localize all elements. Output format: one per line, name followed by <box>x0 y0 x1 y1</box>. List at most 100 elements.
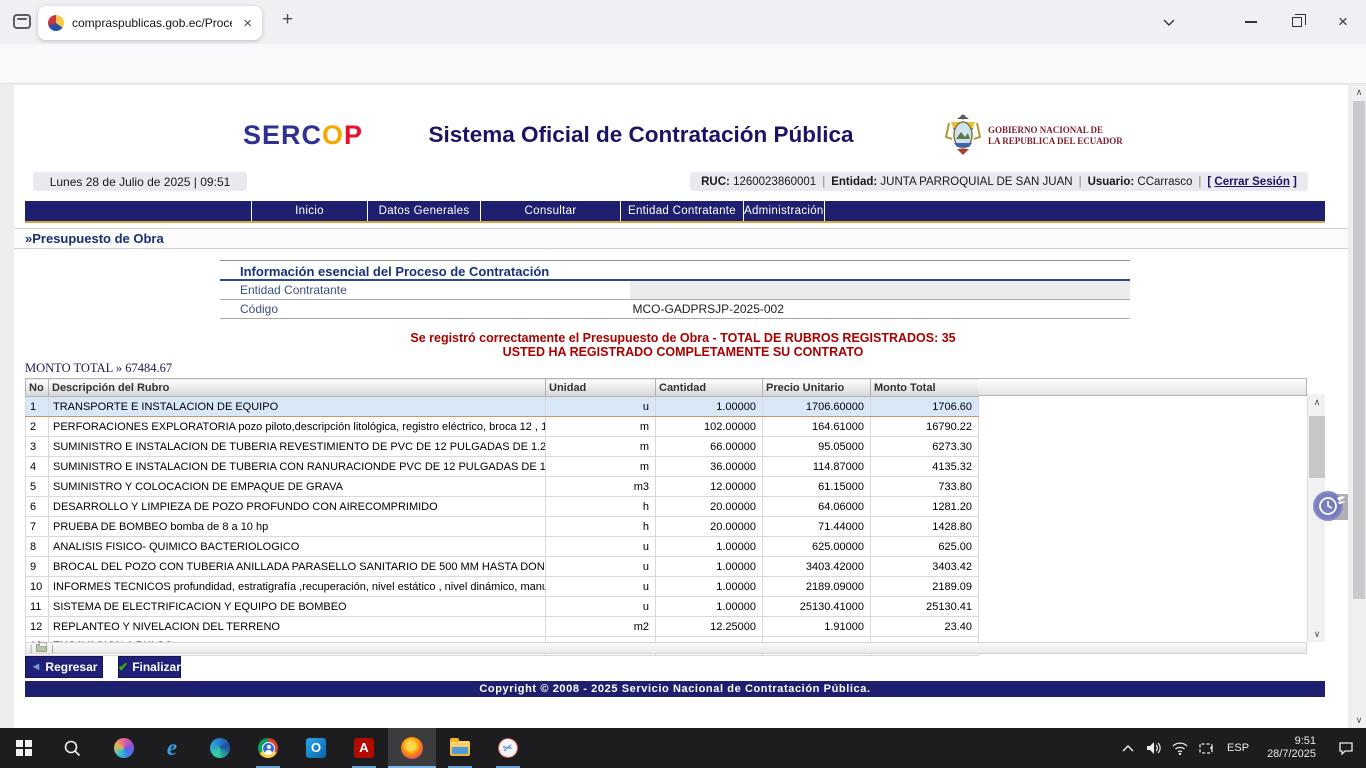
chrome-icon <box>258 738 278 758</box>
taskbar-acrobat-button[interactable]: A <box>340 728 388 768</box>
taskbar: e O A ✂ ESP 9:51 28/7/2025 <box>0 728 1366 768</box>
copyright-footer: Copyright © 2008 - 2025 Servicio Naciona… <box>25 681 1325 697</box>
browser-tab-bar: compraspublicas.gob.ec/Proce × + × <box>0 0 1366 44</box>
browser-tab[interactable]: compraspublicas.gob.ec/Proce × <box>38 6 262 40</box>
monto-total-label: MONTO TOTAL » 67484.67 <box>25 361 172 376</box>
taskbar-chrome-button[interactable] <box>244 728 292 768</box>
print-icon[interactable] <box>36 644 47 652</box>
table-row[interactable]: 11 SISTEMA DE ELECTRIFICACION Y EQUIPO D… <box>26 597 979 617</box>
clock-widget-icon[interactable] <box>1311 488 1347 524</box>
browser-toolbar: ← → https://www.compraspublicas.gob.ec/P… <box>0 44 1366 84</box>
firefox-view-icon[interactable] <box>13 14 31 29</box>
main-navigation: InicioDatos GeneralesConsultarEntidad Co… <box>25 201 1325 221</box>
budget-table: No Descripción del Rubro Unidad Cantidad… <box>25 378 979 656</box>
notification-center-icon[interactable] <box>1326 741 1366 755</box>
table-row[interactable]: 4 SUMINISTRO E INSTALACION DE TUBERIA CO… <box>26 457 979 477</box>
taskbar-edge-button[interactable] <box>196 728 244 768</box>
info-row-entidad: Entidad Contratante <box>220 281 1130 300</box>
window-minimize-button[interactable] <box>1228 0 1274 44</box>
taskbar-explorer-button[interactable] <box>436 728 484 768</box>
nav-gold-underline <box>25 221 1325 223</box>
internet-explorer-icon: e <box>167 735 177 761</box>
table-row[interactable]: 1 TRANSPORTE E INSTALACION DE EQUIPO u 1… <box>26 397 979 417</box>
browser-scrollbar-thumb[interactable] <box>1353 101 1365 599</box>
firefox-icon <box>401 737 423 759</box>
site-favicon-icon <box>48 15 64 31</box>
taskbar-ie-button[interactable]: e <box>148 728 196 768</box>
browser-scroll-up-icon[interactable]: ∧ <box>1352 87 1366 98</box>
back-arrow-icon: ◄ <box>31 661 42 673</box>
system-tray: ESP 9:51 28/7/2025 <box>1115 728 1366 768</box>
browser-scroll-down-icon[interactable]: ∨ <box>1352 715 1366 726</box>
budget-table-header: No Descripción del Rubro Unidad Cantidad… <box>26 379 979 397</box>
table-scrollbar-thumb[interactable] <box>1309 416 1325 478</box>
window-restore-button[interactable] <box>1274 0 1320 44</box>
date-time-bar: Lunes 28 de Julio de 2025 | 09:51 <box>33 172 247 191</box>
table-row[interactable]: 3 SUMINISTRO E INSTALACION DE TUBERIA RE… <box>26 437 979 457</box>
nav-item[interactable]: Administración <box>744 201 825 221</box>
success-message-line2: USTED HA REGISTRADO COMPLETAMENTE SU CON… <box>503 345 864 359</box>
start-button[interactable] <box>0 728 48 768</box>
windows-logo-icon <box>16 740 32 756</box>
search-icon <box>63 739 81 757</box>
page-title: Sistema Oficial de Contratación Pública <box>428 122 853 148</box>
logout-link[interactable]: [ Cerrar Sesión ] <box>1207 176 1297 188</box>
screen: compraspublicas.gob.ec/Proce × + × ← → h… <box>0 0 1366 768</box>
taskbar-copilot-button[interactable] <box>100 728 148 768</box>
success-message-line1: Se registró correctamente el Presupuesto… <box>410 331 955 345</box>
process-info-title: Información esencial del Proceso de Cont… <box>220 260 1130 281</box>
tab-close-icon[interactable]: × <box>243 16 252 31</box>
tab-title: compraspublicas.gob.ec/Proce <box>72 16 232 30</box>
regresar-button[interactable]: ◄ Regresar <box>25 656 103 678</box>
nav-item[interactable]: Consultar <box>481 201 621 221</box>
taskbar-outlook-button[interactable]: O <box>292 728 340 768</box>
scroll-down-icon[interactable]: ∨ <box>1308 626 1326 642</box>
ecuador-coat-of-arms-icon <box>944 113 982 162</box>
info-row-codigo: Código MCO-GADPRSJP-2025-002 <box>220 300 1130 319</box>
sercop-logo: SERCOP <box>243 120 363 151</box>
taskbar-snipping-button[interactable]: ✂ <box>484 728 532 768</box>
scroll-up-icon[interactable]: ∧ <box>1308 394 1326 410</box>
taskbar-search-button[interactable] <box>48 728 96 768</box>
hidden-icons-chevron-icon[interactable] <box>1115 744 1141 752</box>
nav-item[interactable]: Datos Generales <box>368 201 481 221</box>
info-value-shade <box>630 281 1131 299</box>
cast-display-icon[interactable] <box>1193 742 1219 755</box>
wifi-icon[interactable] <box>1167 742 1193 755</box>
breadcrumb: »Presupuesto de Obra <box>25 231 164 246</box>
tab-list-chevron-icon[interactable] <box>1146 0 1192 44</box>
taskbar-firefox-button[interactable] <box>388 728 436 768</box>
snipping-tool-icon: ✂ <box>496 736 520 760</box>
nav-spacer <box>25 201 252 221</box>
table-footer-strip: | | <box>25 642 1307 654</box>
window-close-button[interactable]: × <box>1320 0 1366 44</box>
process-info-table: Información esencial del Proceso de Cont… <box>220 260 1130 319</box>
edge-icon <box>210 738 230 758</box>
acrobat-icon: A <box>354 738 374 758</box>
outlook-icon: O <box>306 738 326 758</box>
table-row[interactable]: 12 REPLANTEO Y NIVELACION DEL TERRENO m2… <box>26 617 979 637</box>
breadcrumb-strip <box>14 228 1348 249</box>
nav-item[interactable]: Entidad Contratante <box>621 201 744 221</box>
new-tab-button[interactable]: + <box>282 9 293 31</box>
table-row[interactable]: 5 SUMINISTRO Y COLOCACION DE EMPAQUE DE … <box>26 477 979 497</box>
language-indicator[interactable]: ESP <box>1227 742 1249 754</box>
table-row[interactable]: 10 INFORMES TECNICOS profundidad, estrat… <box>26 577 979 597</box>
table-header-extension <box>978 378 1307 396</box>
taskbar-clock[interactable]: 9:51 28/7/2025 <box>1267 735 1316 761</box>
table-row[interactable]: 2 PERFORACIONES EXPLORATORIA pozo piloto… <box>26 417 979 437</box>
table-row[interactable]: 6 DESARROLLO Y LIMPIEZA DE POZO PROFUNDO… <box>26 497 979 517</box>
copilot-icon <box>114 738 134 758</box>
process-code-value: MCO-GADPRSJP-2025-002 <box>630 300 784 319</box>
check-icon: ✔ <box>118 660 128 674</box>
table-row[interactable]: 9 BROCAL DEL POZO CON TUBERIA ANILLADA P… <box>26 557 979 577</box>
browser-scrollbar[interactable]: ∧ ∨ <box>1352 85 1366 728</box>
finalizar-button[interactable]: ✔ Finalizar <box>118 656 181 678</box>
table-row[interactable]: 8 ANALISIS FISICO- QUIMICO BACTERIOLOGIC… <box>26 537 979 557</box>
file-explorer-icon <box>450 741 470 756</box>
session-bar: RUC: 1260023860001 | Entidad: JUNTA PARR… <box>690 172 1308 191</box>
volume-icon[interactable] <box>1141 741 1167 755</box>
government-label: GOBIERNO NACIONAL DELA REPUBLICA DEL ECU… <box>988 125 1123 147</box>
table-row[interactable]: 7 PRUEBA DE BOMBEO bomba de 8 a 10 hp h … <box>26 517 979 537</box>
nav-item[interactable]: Inicio <box>252 201 368 221</box>
